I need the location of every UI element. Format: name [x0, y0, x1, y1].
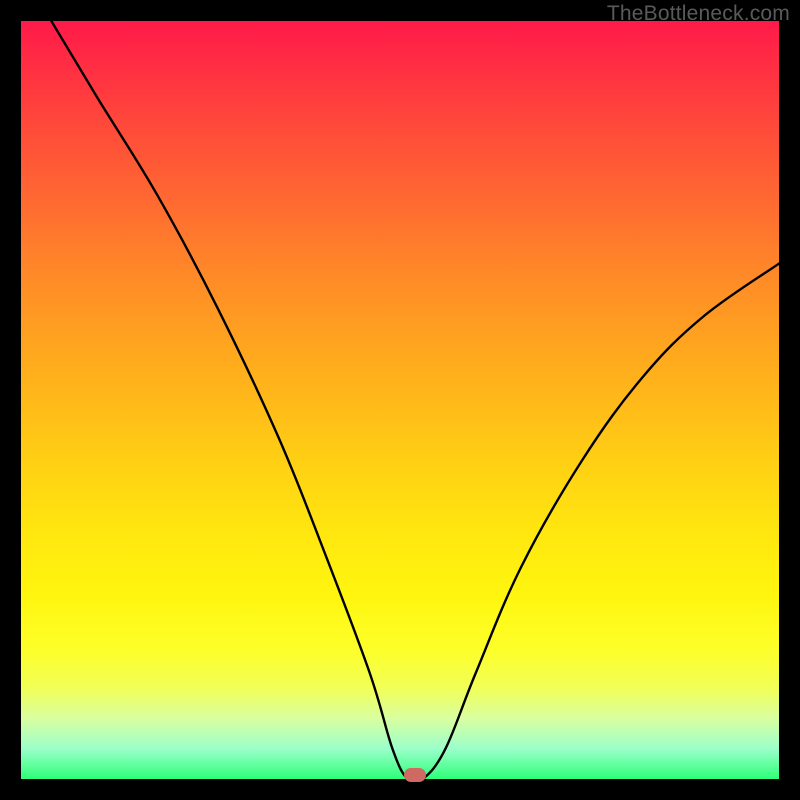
- watermark-text: TheBottleneck.com: [607, 2, 790, 26]
- chart-container: TheBottleneck.com: [0, 0, 800, 800]
- bottleneck-curve: [21, 21, 779, 779]
- optimal-point-marker: [404, 768, 426, 782]
